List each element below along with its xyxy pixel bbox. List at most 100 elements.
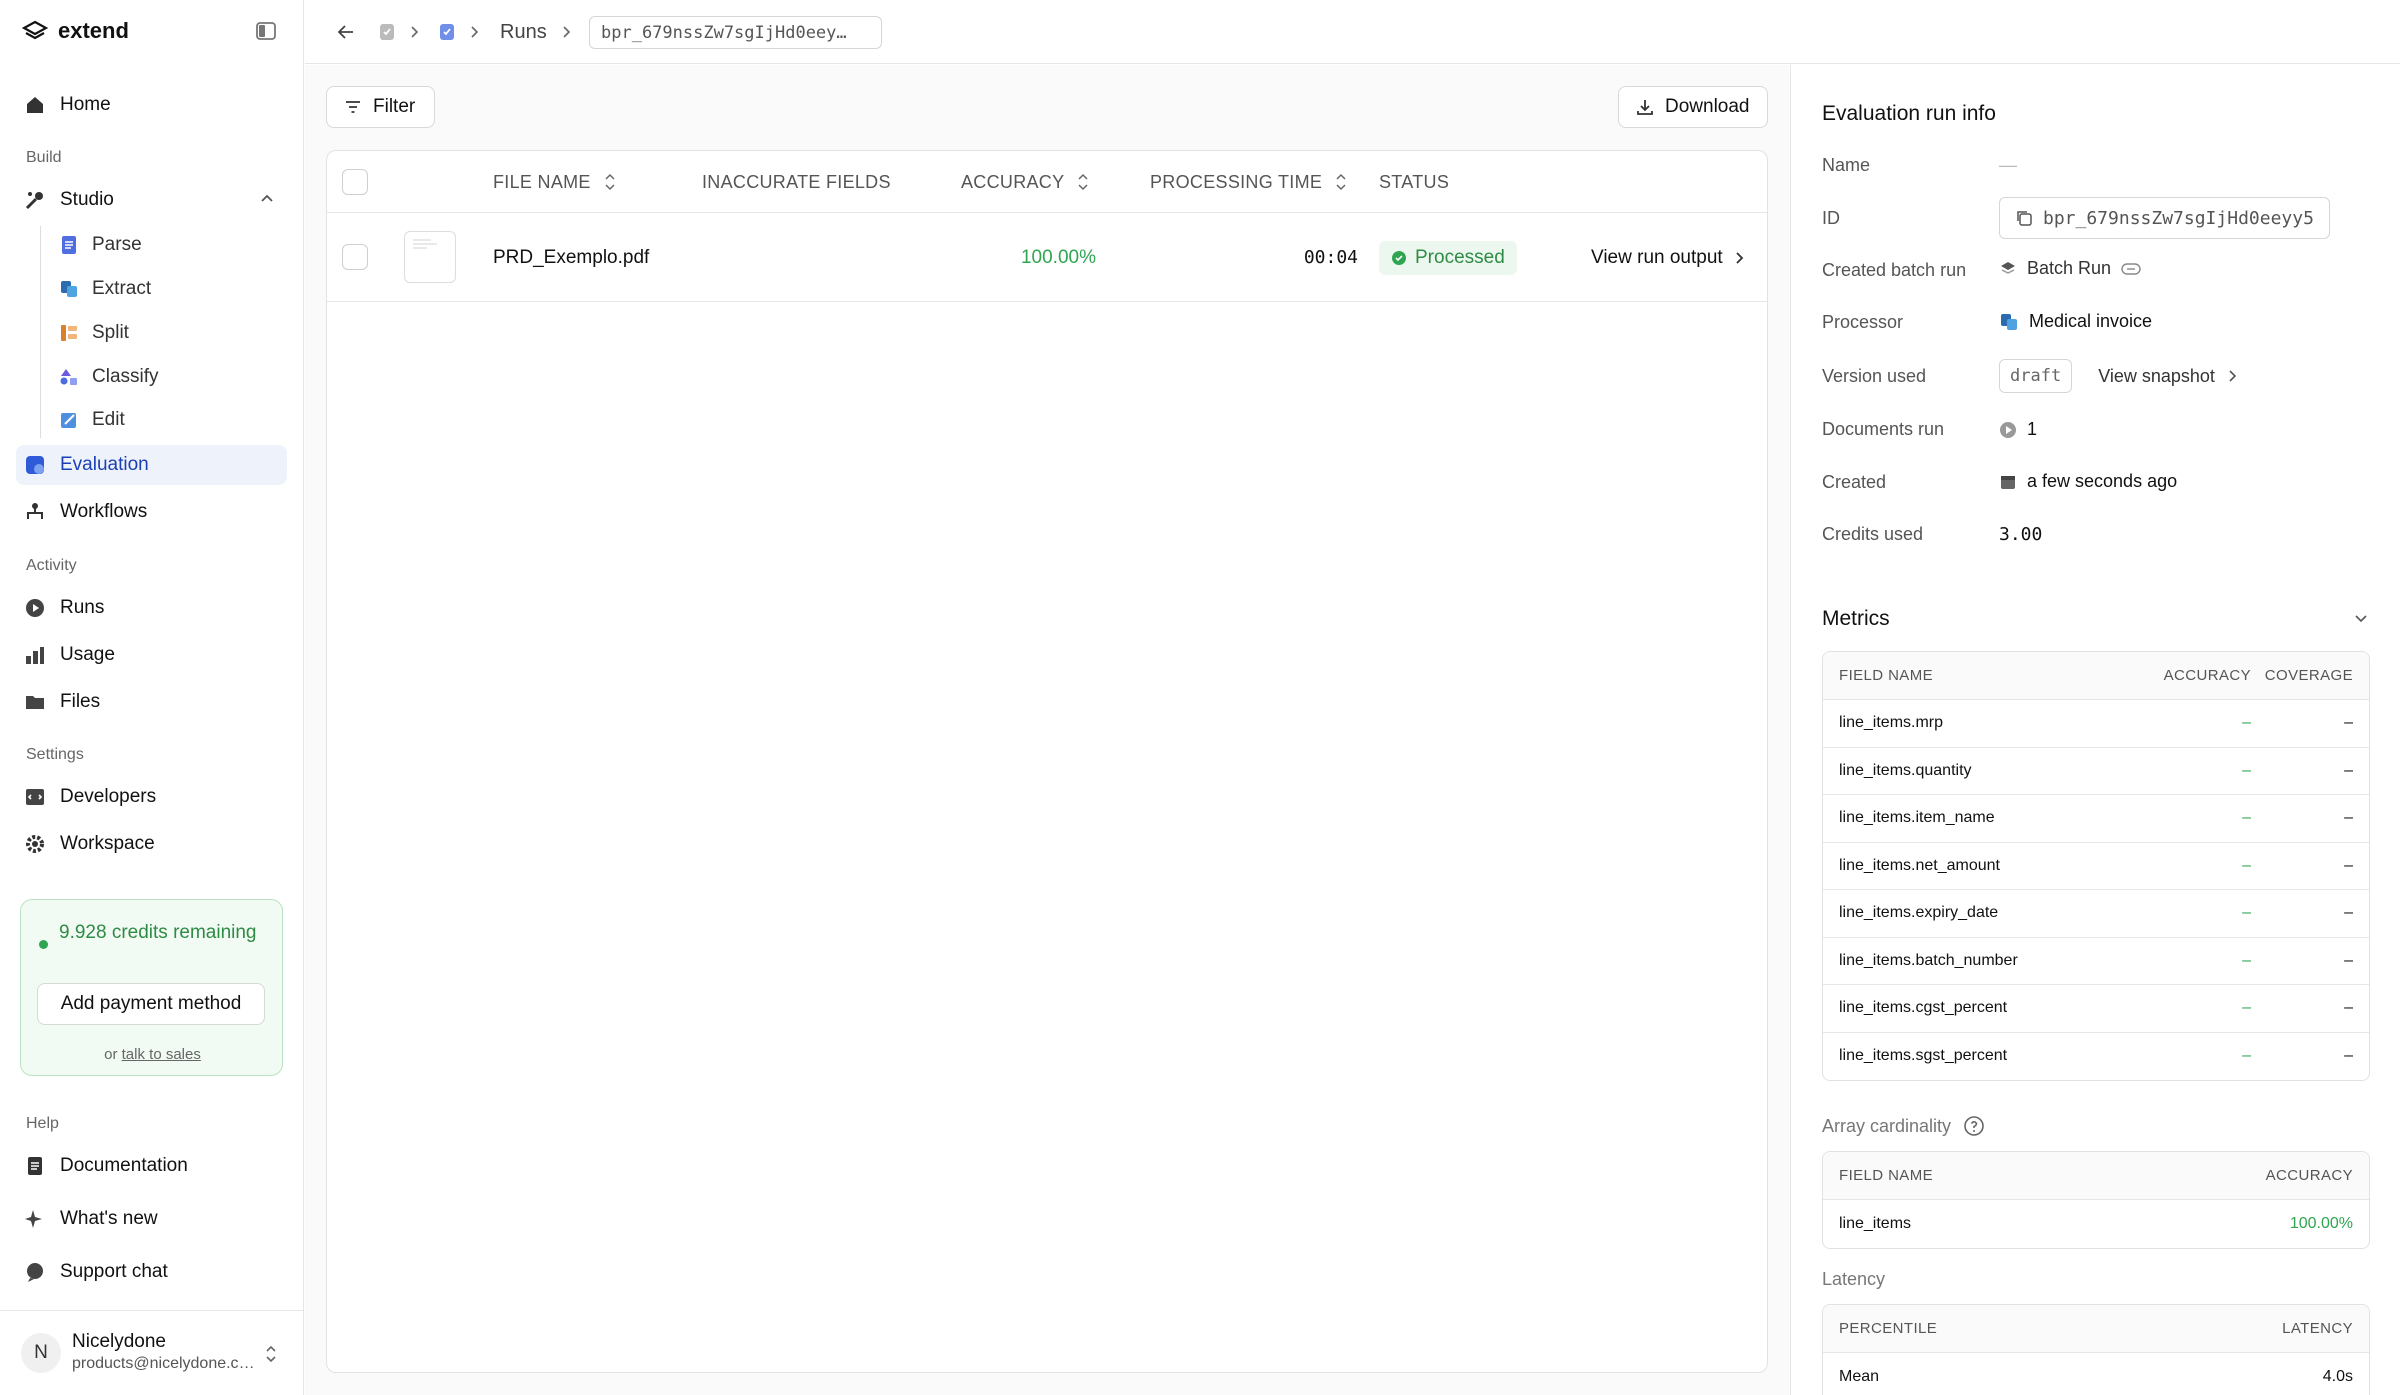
coverage-value: –: [2344, 809, 2353, 827]
chevron-right-icon: [468, 0, 482, 64]
arrow-left-icon: [337, 25, 353, 39]
download-label: Download: [1665, 96, 1750, 117]
column-header-field-name: FIELD NAME: [1839, 1167, 1934, 1184]
breadcrumb-run-id[interactable]: bpr_679nssZw7sgIjHd0eey…: [589, 16, 882, 49]
filter-button[interactable]: Filter: [326, 86, 435, 128]
sidebar-item-label: Split: [92, 322, 129, 343]
table-row[interactable]: PRD_Exemplo.pdf 100.00% 00:04 Processed …: [327, 213, 1767, 302]
tree-line: [40, 226, 41, 438]
user-name: Nicelydone: [72, 1331, 166, 1352]
chevron-down-icon[interactable]: [2353, 610, 2369, 626]
panel-title: Evaluation run info: [1822, 102, 1996, 125]
sidebar-item-edit[interactable]: Edit: [58, 402, 125, 438]
sidebar-item-split[interactable]: Split: [58, 315, 129, 351]
credits-card: 9.928 credits remaining Add payment meth…: [20, 899, 283, 1076]
sidebar-item-whats-new[interactable]: What's new: [16, 1199, 287, 1239]
chevron-right-icon: [560, 0, 574, 64]
value-id: bpr_679nssZw7sgIjHd0eeyy5: [1999, 197, 2330, 239]
view-run-output-link[interactable]: View run output: [1591, 213, 1747, 302]
cardinality-header: FIELD NAME ACCURACY: [1823, 1152, 2369, 1200]
brand-logo[interactable]: extend: [22, 16, 129, 46]
coverage-value: –: [2344, 714, 2353, 732]
breadcrumb-runs[interactable]: Runs: [500, 0, 547, 64]
download-icon: [1637, 100, 1653, 115]
sidebar-item-documentation[interactable]: Documentation: [16, 1146, 287, 1186]
code-icon: [24, 786, 46, 808]
value-documents-run: 1: [1999, 419, 2037, 440]
column-label: FILE NAME: [493, 171, 591, 192]
column-header-accuracy[interactable]: ACCURACY: [961, 151, 1090, 213]
sort-icon: [1336, 173, 1346, 191]
field-name: line_items.expiry_date: [1839, 904, 1999, 922]
value-processor[interactable]: Medical invoice: [1999, 311, 2152, 332]
sidebar-item-label: Studio: [60, 189, 114, 210]
chevron-up-icon[interactable]: [258, 190, 276, 208]
back-button[interactable]: [335, 0, 357, 64]
table-row: line_items.quantity – –: [1823, 748, 2369, 795]
row-checkbox[interactable]: [342, 244, 368, 270]
sidebar-item-evaluation[interactable]: Evaluation: [16, 445, 287, 485]
sidebar-item-runs[interactable]: Runs: [16, 588, 287, 628]
column-header-processing-time[interactable]: PROCESSING TIME: [1150, 151, 1348, 213]
table-row: line_items.batch_number – –: [1823, 938, 2369, 985]
add-payment-method-button[interactable]: Add payment method: [37, 983, 265, 1025]
section-label-activity: Activity: [26, 557, 77, 574]
sort-icon: [605, 173, 615, 191]
user-menu[interactable]: N Nicelydone products@nicelydone.club: [0, 1310, 304, 1395]
cardinality-table: FIELD NAME ACCURACY line_items 100.00%: [1822, 1151, 2370, 1249]
table-row: line_items 100.00%: [1823, 1200, 2369, 1248]
field-name: line_items.sgst_percent: [1839, 1047, 2008, 1065]
label-id: ID: [1822, 208, 1840, 228]
section-label-settings: Settings: [26, 746, 84, 763]
extract-icon: [2001, 313, 2017, 330]
sidebar-item-label: Extract: [92, 278, 152, 299]
sidebar-item-studio[interactable]: Studio: [16, 180, 287, 220]
sidebar-item-label: Parse: [92, 234, 142, 255]
sidebar-item-extract[interactable]: Extract: [58, 271, 151, 307]
filter-icon: [346, 101, 360, 113]
or-text: or: [104, 1046, 118, 1063]
column-header-file-name[interactable]: FILE NAME: [493, 151, 617, 213]
sidebar-item-files[interactable]: Files: [16, 682, 287, 722]
sidebar-item-classify[interactable]: Classify: [58, 359, 159, 395]
value-name: —: [1999, 155, 2017, 175]
avatar: N: [21, 1333, 61, 1373]
breadcrumb-workspace[interactable]: [378, 0, 396, 64]
sidebar-item-workspace[interactable]: Workspace: [16, 824, 287, 864]
help-circle-icon[interactable]: [1963, 1115, 1985, 1137]
value-batch-run[interactable]: Batch Run: [1999, 258, 2141, 279]
array-cardinality-heading: Array cardinality: [1822, 1115, 1985, 1137]
copy-id-button[interactable]: bpr_679nssZw7sgIjHd0eeyy5: [1999, 197, 2330, 239]
sidebar-item-support-chat[interactable]: Support chat: [16, 1252, 287, 1292]
select-all-checkbox[interactable]: [342, 169, 368, 195]
view-snapshot-link[interactable]: View snapshot: [2098, 366, 2239, 387]
breadcrumb-evaluation[interactable]: [438, 0, 456, 64]
file-name[interactable]: PRD_Exemplo.pdf: [493, 213, 649, 302]
user-email: products@nicelydone.club: [72, 1355, 257, 1372]
field-name: line_items.mrp: [1839, 714, 1944, 732]
chat-icon: [24, 1261, 46, 1283]
table-row: Mean 4.0s: [1823, 1353, 2369, 1395]
brand-name: extend: [58, 18, 129, 43]
table-row: line_items.sgst_percent – –: [1823, 1033, 2369, 1081]
table-row: line_items.net_amount – –: [1823, 843, 2369, 890]
credits-status-dot: [39, 940, 48, 949]
sidebar-item-parse[interactable]: Parse: [58, 227, 142, 263]
status-cell: Processed: [1379, 213, 1517, 302]
talk-to-sales-link[interactable]: talk to sales: [122, 1046, 201, 1063]
accuracy-value: 100.00%: [2289, 1214, 2353, 1232]
sidebar-collapse-icon[interactable]: [255, 20, 277, 42]
table-row: line_items.mrp – –: [1823, 700, 2369, 748]
sidebar-item-developers[interactable]: Developers: [16, 777, 287, 817]
latency-title: Latency: [1822, 1269, 1886, 1289]
version-chip: draft: [1999, 359, 2073, 393]
value-version: draft View snapshot: [1999, 359, 2239, 393]
sidebar-item-usage[interactable]: Usage: [16, 635, 287, 675]
runs-table: FILE NAME INACCURATE FIELDS ACCURACY PRO…: [326, 150, 1768, 1373]
sidebar-item-home[interactable]: Home: [16, 85, 287, 125]
extend-logo-icon: [22, 20, 48, 40]
download-button[interactable]: Download: [1618, 86, 1768, 128]
table-row: line_items.item_name – –: [1823, 795, 2369, 843]
sidebar-item-workflows[interactable]: Workflows: [16, 492, 287, 532]
accuracy-value: –: [2242, 904, 2251, 922]
